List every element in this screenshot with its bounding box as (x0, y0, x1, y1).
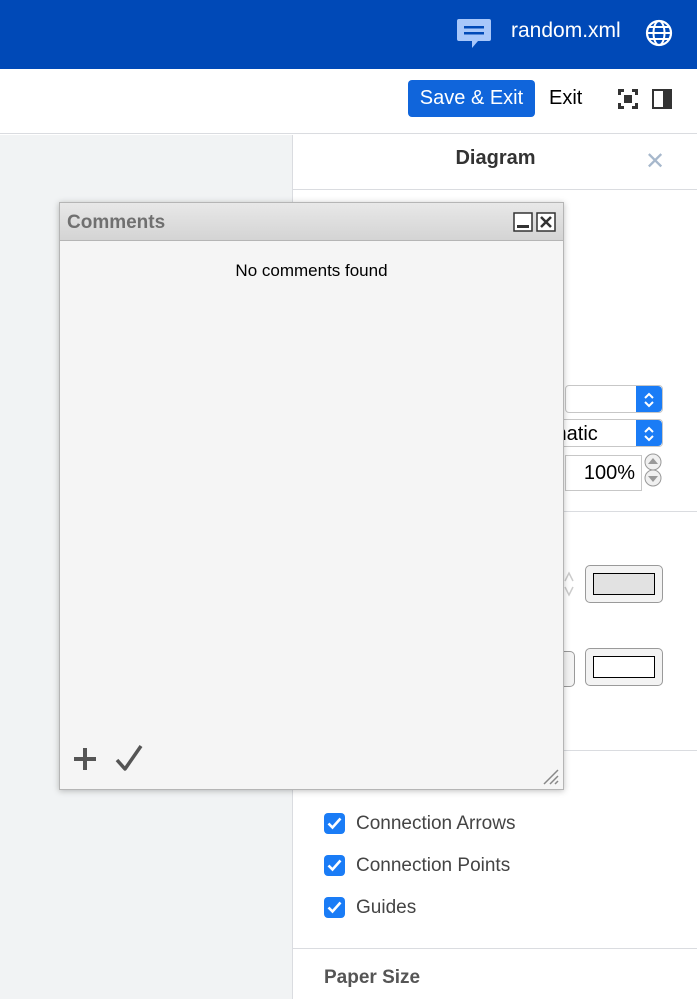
exit-button[interactable]: Exit (549, 80, 582, 117)
resize-grip-icon[interactable] (541, 767, 559, 785)
dialog-title: Comments (67, 212, 166, 233)
checkbox-label: Connection Points (356, 855, 511, 876)
checkbox-guides[interactable]: Guides (324, 896, 584, 922)
dialog-titlebar[interactable]: Comments (60, 203, 563, 241)
checkbox-label: Connection Arrows (356, 813, 516, 834)
file-name[interactable]: random.xml (511, 18, 621, 44)
checkbox-label: Guides (356, 897, 417, 918)
close-icon[interactable] (536, 212, 556, 232)
grid-color-swatch[interactable] (585, 565, 663, 603)
comments-dialog: Comments No comments found (59, 202, 564, 790)
background-color-swatch[interactable] (585, 648, 663, 686)
comments-list[interactable]: No comments found (60, 241, 563, 789)
checkbox-connection-arrows[interactable]: Connection Arrows (324, 812, 584, 838)
panel-title: Diagram (455, 147, 536, 169)
save-and-exit-button[interactable]: Save & Exit (408, 80, 535, 117)
top-header: random.xml (0, 0, 697, 69)
chevron-updown-icon (636, 420, 662, 446)
checkbox-checked-icon[interactable] (324, 855, 345, 876)
checkbox-connection-points[interactable]: Connection Points (324, 854, 584, 880)
add-icon[interactable] (72, 746, 98, 772)
empty-comments-message: No comments found (235, 261, 388, 280)
panel-header: Diagram ✕ (293, 135, 697, 190)
toggle-panel-icon[interactable] (651, 88, 673, 110)
toolbar: Save & Exit Exit (0, 69, 697, 134)
zoom-input[interactable]: 100% (565, 455, 642, 491)
checkbox-checked-icon[interactable] (324, 897, 345, 918)
minimize-icon[interactable] (513, 212, 533, 232)
comment-icon[interactable] (456, 17, 492, 50)
divider (293, 948, 697, 949)
checkbox-checked-icon[interactable] (324, 813, 345, 834)
checkmark-icon[interactable] (114, 743, 144, 773)
background-select[interactable] (565, 385, 663, 413)
globe-icon[interactable] (645, 19, 673, 47)
zoom-spinner-icon[interactable] (643, 453, 663, 487)
grid-size-spinner-icon[interactable] (563, 567, 575, 601)
chevron-updown-icon (636, 386, 662, 412)
close-icon[interactable]: ✕ (645, 147, 665, 176)
fit-page-icon[interactable] (617, 88, 639, 110)
paper-size-heading: Paper Size (324, 967, 421, 988)
